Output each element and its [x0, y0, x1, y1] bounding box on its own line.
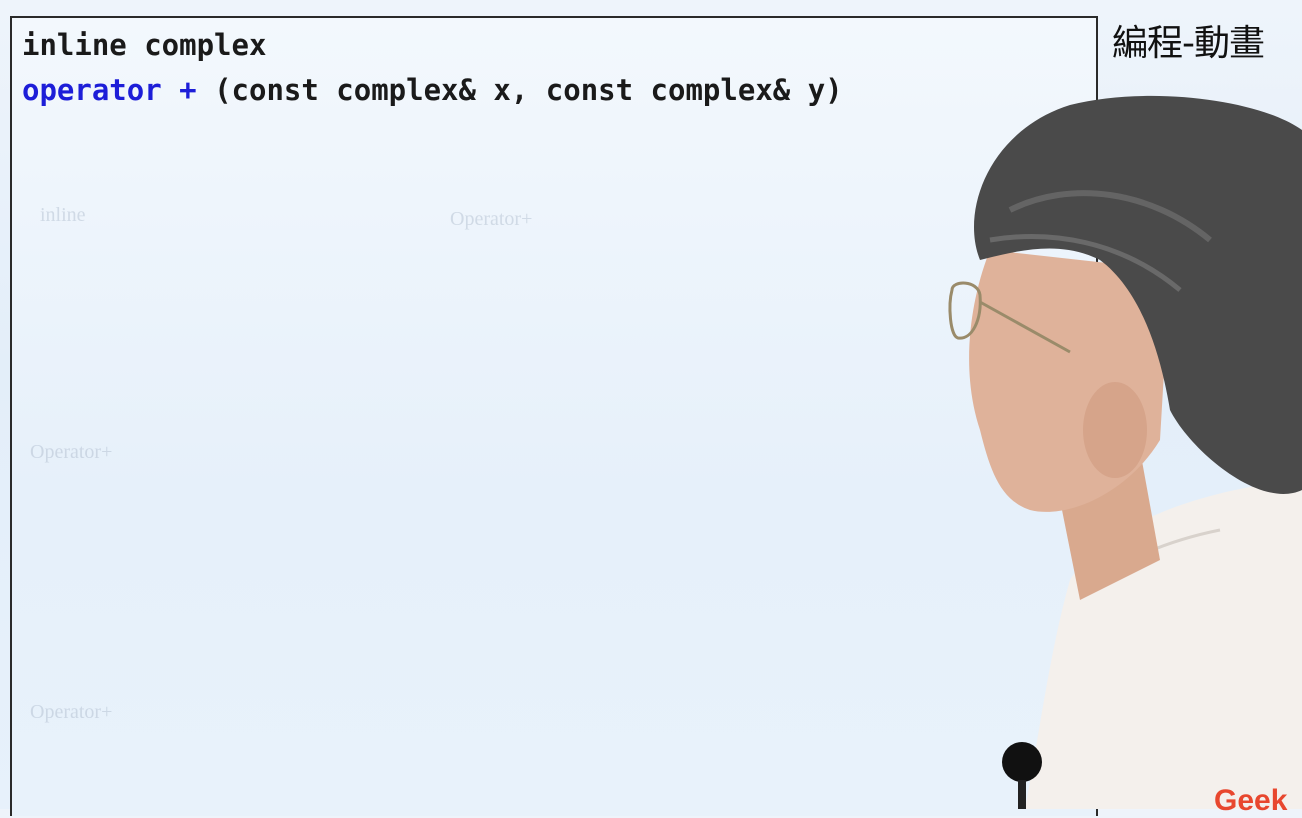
code-line-2: operator + (const complex& x, const comp…: [22, 73, 843, 107]
code-params: (const complex& x, const complex& y): [196, 73, 843, 107]
code-keyword: operator +: [22, 73, 197, 107]
watermark-text: Operator+: [30, 441, 113, 463]
microphone-icon: [1002, 742, 1042, 782]
presenter-image: [948, 95, 1302, 809]
brand-logo: Geek: [1214, 784, 1288, 817]
watermark-text: inline: [40, 204, 86, 226]
channel-title: 編程-動畫: [1112, 23, 1265, 64]
watermark-text: Operator+: [30, 701, 113, 723]
watermark-text: Operator+: [450, 208, 533, 230]
code-line-1: inline complex: [22, 28, 267, 62]
